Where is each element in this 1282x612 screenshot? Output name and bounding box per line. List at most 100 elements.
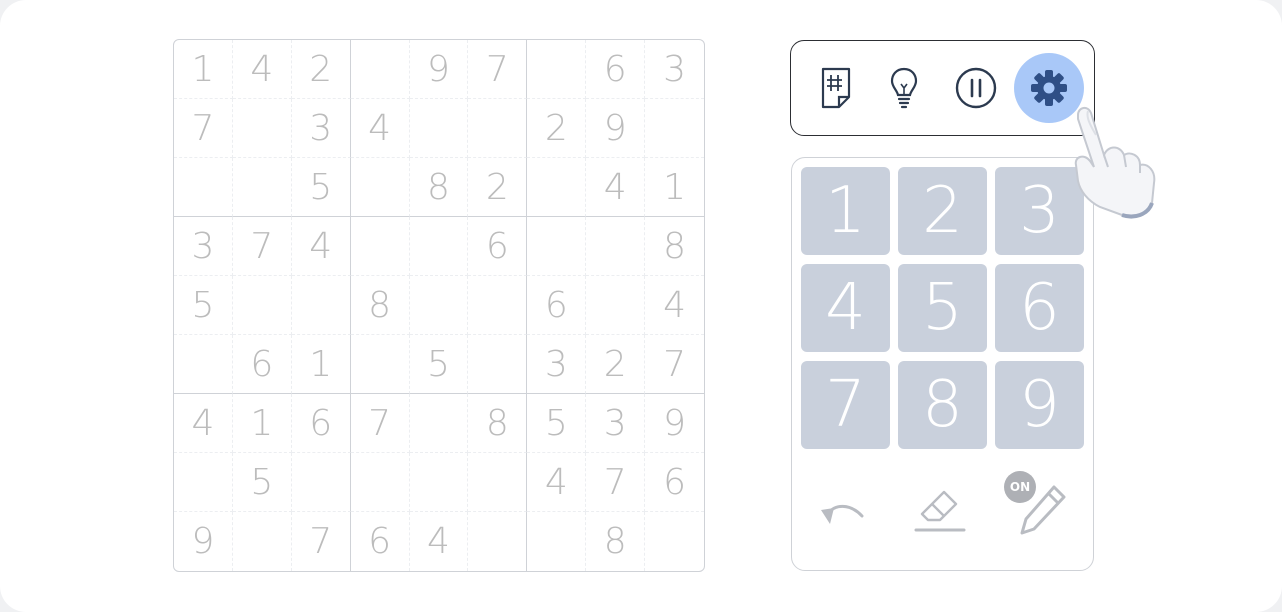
sudoku-cell[interactable]: 6 (232, 335, 292, 394)
key-9[interactable]: 9 (995, 361, 1084, 449)
sudoku-cell[interactable]: 9 (645, 394, 704, 453)
pause-button[interactable] (943, 55, 1009, 121)
sudoku-cell[interactable] (645, 99, 704, 158)
sudoku-cell[interactable] (233, 512, 292, 571)
key-5[interactable]: 5 (898, 264, 987, 352)
sudoku-cell[interactable]: 9 (174, 512, 233, 571)
sudoku-cell[interactable]: 5 (291, 158, 351, 217)
sudoku-cell[interactable]: 4 (645, 276, 704, 335)
sudoku-cell[interactable] (645, 512, 704, 571)
sudoku-cell[interactable] (409, 276, 469, 335)
sudoku-cell[interactable]: 7 (586, 453, 646, 512)
sudoku-cell[interactable]: 7 (232, 217, 292, 276)
sudoku-cell[interactable] (527, 40, 587, 99)
sudoku-cell[interactable]: 4 (232, 40, 292, 99)
sudoku-cell[interactable]: 6 (586, 40, 646, 99)
sudoku-cell[interactable]: 8 (468, 394, 528, 453)
sudoku-cell[interactable]: 7 (645, 335, 704, 394)
sudoku-cell[interactable]: 7 (292, 512, 351, 571)
sudoku-cell[interactable]: 2 (527, 99, 587, 158)
hint-button[interactable] (871, 55, 937, 121)
sudoku-cell[interactable]: 1 (291, 335, 351, 394)
sudoku-cell[interactable]: 3 (527, 335, 587, 394)
sudoku-cell[interactable]: 3 (645, 40, 704, 99)
sudoku-cell[interactable] (350, 217, 410, 276)
sudoku-cell[interactable] (174, 453, 233, 512)
sudoku-cell[interactable]: 7 (350, 394, 410, 453)
sudoku-cell[interactable] (350, 158, 410, 217)
sudoku-cell[interactable]: 6 (645, 453, 704, 512)
sudoku-cell[interactable]: 6 (351, 512, 410, 571)
sudoku-cell[interactable] (174, 158, 233, 217)
key-7[interactable]: 7 (801, 361, 890, 449)
erase-button[interactable] (907, 478, 971, 538)
pencil-mode-button[interactable]: ON (1004, 471, 1074, 547)
sudoku-cell[interactable]: 1 (232, 394, 292, 453)
sudoku-cell[interactable] (291, 276, 351, 335)
sudoku-cell[interactable] (527, 158, 587, 217)
sudoku-cell[interactable] (232, 99, 292, 158)
sudoku-cell[interactable]: 6 (468, 217, 528, 276)
sudoku-cell[interactable]: 4 (586, 158, 646, 217)
sudoku-cell[interactable]: 4 (410, 512, 469, 571)
sudoku-cell[interactable]: 3 (291, 99, 351, 158)
sudoku-cell[interactable]: 5 (174, 276, 233, 335)
sudoku-cell[interactable] (350, 40, 410, 99)
sudoku-cell[interactable]: 6 (291, 394, 351, 453)
sudoku-cell[interactable]: 9 (586, 99, 646, 158)
undo-button[interactable] (814, 488, 870, 538)
sudoku-cell[interactable]: 2 (291, 40, 351, 99)
key-2[interactable]: 2 (898, 167, 987, 255)
sudoku-cell[interactable] (468, 512, 528, 571)
sudoku-cell[interactable] (174, 335, 233, 394)
notes-grid-button[interactable] (803, 55, 869, 121)
sudoku-cell[interactable]: 8 (350, 276, 410, 335)
key-3[interactable]: 3 (995, 167, 1084, 255)
sudoku-cell[interactable] (350, 335, 410, 394)
pause-icon (955, 67, 997, 109)
sudoku-cell[interactable] (586, 276, 646, 335)
settings-button[interactable] (1014, 53, 1084, 123)
sudoku-cell[interactable] (409, 453, 469, 512)
sudoku-cell[interactable] (468, 276, 528, 335)
sudoku-cell[interactable] (291, 453, 351, 512)
sudoku-cell[interactable] (586, 217, 646, 276)
sudoku-cell[interactable] (232, 276, 292, 335)
sudoku-cell[interactable]: 5 (409, 335, 469, 394)
sudoku-cell[interactable]: 3 (174, 217, 233, 276)
sudoku-cell[interactable]: 5 (527, 394, 587, 453)
sudoku-cell[interactable] (350, 453, 410, 512)
sudoku-cell[interactable]: 7 (174, 99, 233, 158)
key-1[interactable]: 1 (801, 167, 890, 255)
sudoku-cell[interactable] (409, 99, 469, 158)
sudoku-cell[interactable] (468, 453, 528, 512)
undo-icon (821, 504, 864, 524)
sudoku-cell[interactable]: 8 (645, 217, 704, 276)
sudoku-cell[interactable]: 2 (468, 158, 528, 217)
sudoku-cell[interactable]: 4 (350, 99, 410, 158)
sudoku-cell[interactable] (527, 217, 587, 276)
sudoku-cell[interactable]: 6 (527, 276, 587, 335)
key-6[interactable]: 6 (995, 264, 1084, 352)
key-8[interactable]: 8 (898, 361, 987, 449)
sudoku-cell[interactable] (468, 335, 528, 394)
sudoku-cell[interactable]: 4 (174, 394, 233, 453)
sudoku-cell[interactable]: 2 (586, 335, 646, 394)
key-4[interactable]: 4 (801, 264, 890, 352)
sudoku-cell[interactable]: 5 (232, 453, 292, 512)
sudoku-cell[interactable] (468, 99, 528, 158)
sudoku-cell[interactable]: 4 (527, 453, 587, 512)
sudoku-cell[interactable]: 4 (291, 217, 351, 276)
sudoku-cell[interactable] (409, 394, 469, 453)
lightbulb-icon (890, 67, 918, 109)
sudoku-cell[interactable]: 1 (174, 40, 233, 99)
sudoku-cell[interactable]: 8 (586, 512, 646, 571)
sudoku-cell[interactable]: 9 (409, 40, 469, 99)
sudoku-cell[interactable]: 7 (468, 40, 528, 99)
sudoku-cell[interactable] (232, 158, 292, 217)
sudoku-cell[interactable] (527, 512, 587, 571)
sudoku-cell[interactable] (409, 217, 469, 276)
sudoku-cell[interactable]: 8 (409, 158, 469, 217)
sudoku-cell[interactable]: 3 (586, 394, 646, 453)
sudoku-cell[interactable]: 1 (645, 158, 704, 217)
